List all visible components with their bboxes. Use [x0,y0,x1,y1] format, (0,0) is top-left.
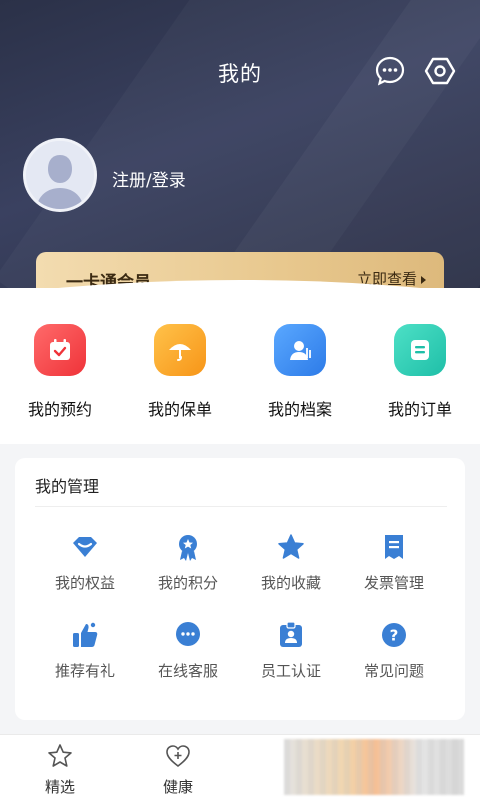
quick-action-records[interactable]: 我的档案 [250,324,350,424]
bottom-nav: 精选 健康 [0,734,480,800]
hexagon-settings-icon[interactable] [424,55,456,87]
question-icon: ? [377,618,411,652]
mgmt-item-faq[interactable]: ? 常见问题 [344,618,444,681]
page-title: 我的 [218,62,262,86]
quick-action-label: 我的保单 [147,400,212,419]
quick-action-label: 我的订单 [387,400,452,419]
nav-label: 精选 [44,778,75,796]
calendar-check-icon [34,324,86,376]
mgmt-item-label: 我的积分 [157,574,218,592]
default-avatar-icon[interactable] [23,138,97,212]
login-register-link[interactable]: 注册/登录 [112,166,186,191]
umbrella-icon [154,324,206,376]
mgmt-item-label: 推荐有礼 [54,662,115,680]
mgmt-item-label: 发票管理 [363,574,424,592]
medal-icon [171,530,205,564]
management-card: 我的管理 我的权益 我的积分 我的收藏 发票管理 推荐有礼 在线客服 员工认证 … [15,458,465,720]
mgmt-item-label: 我的收藏 [260,574,321,592]
nav-tab-health[interactable]: 健康 [138,743,218,797]
chat-bubble-icon [171,618,205,652]
thumbs-up-icon [68,618,102,652]
star-icon [274,530,308,564]
nav-tab-featured[interactable]: 精选 [20,743,100,797]
quick-action-label: 我的预约 [27,400,92,419]
obscured-region [284,739,464,795]
mgmt-item-invoice[interactable]: 发票管理 [344,530,444,593]
nav-label: 健康 [162,778,193,796]
quick-action-label: 我的档案 [267,400,332,419]
order-list-icon [394,324,446,376]
quick-action-orders[interactable]: 我的订单 [370,324,470,424]
mgmt-item-benefits[interactable]: 我的权益 [35,530,135,593]
mgmt-item-customer-service[interactable]: 在线客服 [138,618,238,681]
star-outline-icon [48,744,72,767]
svg-text:?: ? [390,627,399,645]
mgmt-item-label: 在线客服 [157,662,218,680]
mgmt-item-label: 我的权益 [54,574,115,592]
quick-action-appointment[interactable]: 我的预约 [10,324,110,424]
mgmt-item-label: 常见问题 [363,662,424,680]
person-profile-icon [274,324,326,376]
mgmt-item-label: 员工认证 [260,662,321,680]
badge-id-icon [274,618,308,652]
mgmt-item-favorites[interactable]: 我的收藏 [241,530,341,593]
divider [35,506,447,507]
mgmt-item-staff-verify[interactable]: 员工认证 [241,618,341,681]
benefit-diamond-icon [68,530,102,564]
mgmt-item-referral[interactable]: 推荐有礼 [35,618,135,681]
invoice-icon [377,530,411,564]
heart-plus-icon [166,745,190,768]
quick-action-policy[interactable]: 我的保单 [130,324,230,424]
management-title: 我的管理 [35,477,100,496]
mgmt-item-points[interactable]: 我的积分 [138,530,238,593]
message-dots-icon[interactable] [374,55,406,87]
